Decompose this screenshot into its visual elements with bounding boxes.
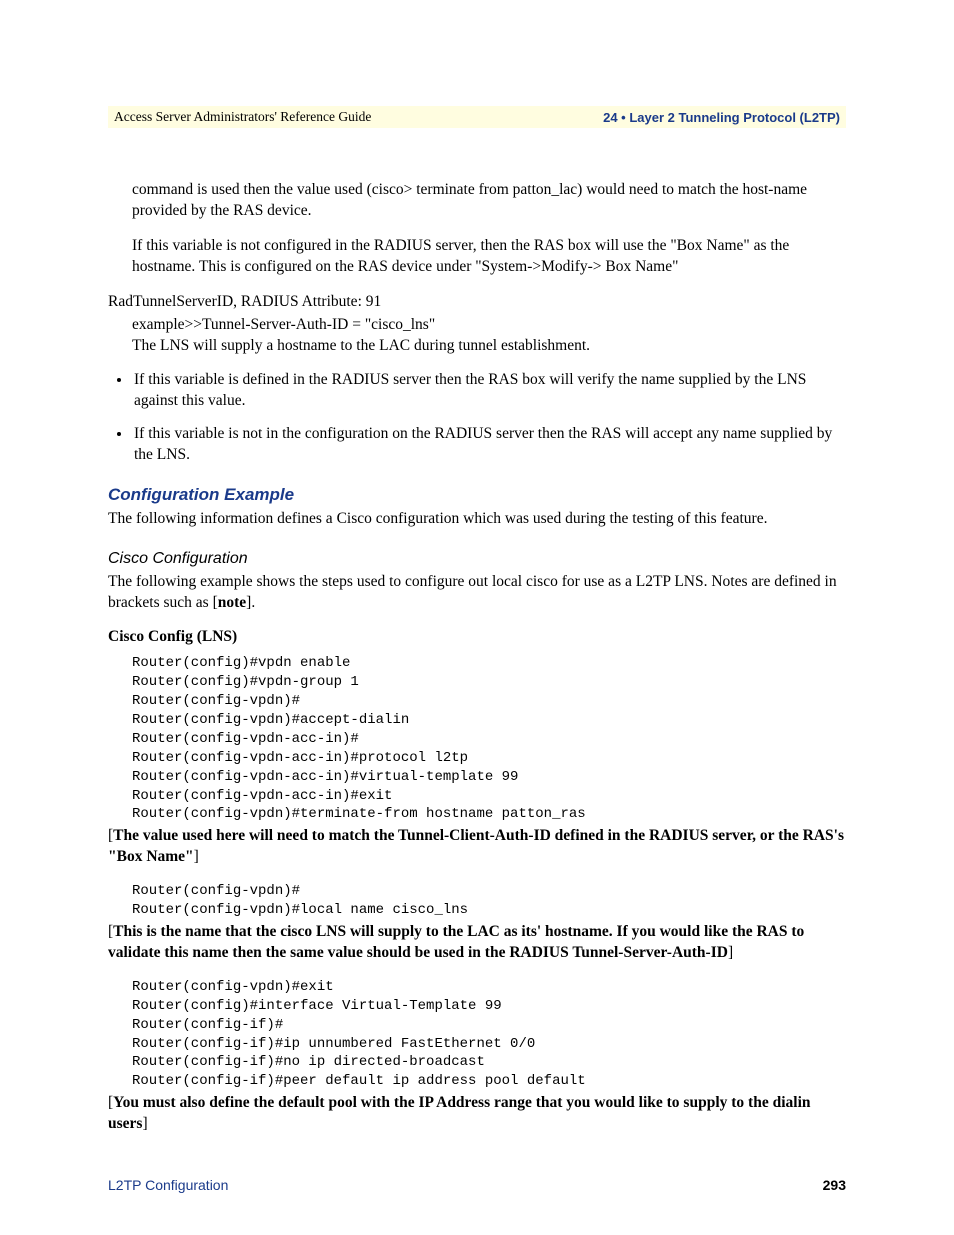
code-block-3: Router(config-vpdn)#exit Router(config)#… xyxy=(132,978,846,1091)
code-block-1: Router(config)#vpdn enable Router(config… xyxy=(132,654,846,824)
bullet-item: If this variable is defined in the RADIU… xyxy=(132,370,846,412)
heading-config-example: Configuration Example xyxy=(108,484,846,507)
paragraph: example>>Tunnel-Server-Auth-ID = "cisco_… xyxy=(132,315,846,357)
example-line: The LNS will supply a hostname to the LA… xyxy=(132,337,590,354)
cisco-config-label: Cisco Config (LNS) xyxy=(108,627,846,648)
footer: L2TP Configuration 293 xyxy=(108,1177,846,1193)
paragraph: The following example shows the steps us… xyxy=(108,572,846,614)
page-number: 293 xyxy=(823,1177,846,1193)
example-line: example>>Tunnel-Server-Auth-ID = "cisco_… xyxy=(132,316,435,333)
bullet-list: If this variable is defined in the RADIU… xyxy=(108,370,846,466)
paragraph: If this variable is not configured in th… xyxy=(132,236,846,278)
note-2: [This is the name that the cisco LNS wil… xyxy=(108,922,846,964)
code-block-2: Router(config-vpdn)# Router(config-vpdn)… xyxy=(132,882,846,920)
header-right: 24 • Layer 2 Tunneling Protocol (L2TP) xyxy=(603,110,840,125)
body-content: command is used then the value used (cis… xyxy=(108,180,846,1135)
heading-cisco-config: Cisco Configuration xyxy=(108,548,846,570)
note-3: [You must also define the default pool w… xyxy=(108,1093,846,1135)
bullet-item: If this variable is not in the configura… xyxy=(132,424,846,466)
paragraph: command is used then the value used (cis… xyxy=(132,180,846,222)
paragraph: RadTunnelServerID, RADIUS Attribute: 91 xyxy=(108,292,846,313)
paragraph: The following information defines a Cisc… xyxy=(108,509,846,530)
header-left: Access Server Administrators' Reference … xyxy=(114,109,371,125)
note-1: [The value used here will need to match … xyxy=(108,826,846,868)
footer-section: L2TP Configuration xyxy=(108,1177,228,1193)
header-bar: Access Server Administrators' Reference … xyxy=(108,106,846,128)
page: Access Server Administrators' Reference … xyxy=(0,0,954,1235)
